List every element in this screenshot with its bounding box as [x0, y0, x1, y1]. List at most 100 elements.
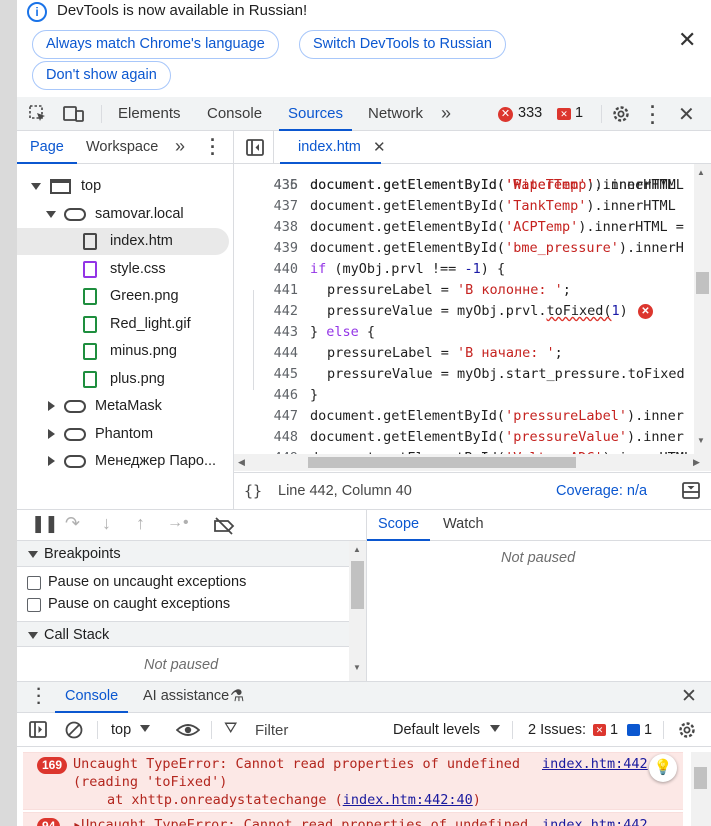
- error-source-link[interactable]: index.htm:442: [542, 756, 648, 772]
- tree-item-metamask[interactable]: MetaMask: [17, 393, 229, 420]
- close-infobar-icon[interactable]: ✕: [678, 29, 696, 51]
- code-line: 437 document.getElementById('TankTemp').i…: [234, 196, 694, 217]
- tree-label: Red_light.gif: [110, 316, 191, 332]
- live-expression-eye-icon[interactable]: [176, 722, 200, 738]
- code-text: }: [310, 387, 319, 403]
- console-settings-gear-icon[interactable]: [677, 720, 697, 740]
- toggle-navigator-icon[interactable]: [246, 139, 264, 156]
- stack-source-link[interactable]: index.htm:442:40: [343, 792, 473, 808]
- scroll-thumb[interactable]: [696, 272, 709, 294]
- breakpoints-section-header[interactable]: Breakpoints: [17, 541, 349, 567]
- issue-info-count[interactable]: 1: [644, 722, 652, 738]
- collapse-arrow-icon: [48, 456, 55, 466]
- expand-arrow-icon: [28, 551, 38, 558]
- filter-input[interactable]: Filter: [255, 722, 288, 739]
- scroll-left-arrow-icon[interactable]: ◀: [238, 457, 245, 468]
- tree-item-green-png[interactable]: Green.png: [17, 283, 229, 310]
- close-file-tab-icon[interactable]: ✕: [373, 138, 386, 156]
- step-icon[interactable]: →•: [167, 514, 189, 532]
- step-out-icon[interactable]: ↑: [136, 513, 145, 534]
- open-file-tab[interactable]: index.htm: [280, 131, 381, 164]
- error-source-link[interactable]: index.htm:442: [542, 817, 648, 826]
- code-text: pressureLabel = 'В начале: ';: [327, 345, 563, 361]
- tree-item-password-manager[interactable]: Менеджер Паро...: [17, 448, 229, 475]
- tree-item-plus-png[interactable]: plus.png: [17, 366, 229, 393]
- editor-vertical-scrollbar[interactable]: ▲ ▼: [694, 164, 711, 454]
- tree-item-index-htm[interactable]: index.htm: [17, 228, 229, 255]
- issue-error-count[interactable]: 1: [610, 722, 618, 738]
- coverage-link[interactable]: Coverage: n/a: [556, 483, 647, 499]
- more-options-icon[interactable]: · · ·: [649, 98, 657, 132]
- tab-workspace[interactable]: Workspace: [86, 131, 158, 164]
- issues-label[interactable]: 2 Issues:: [528, 722, 586, 738]
- code-line: 448 document.getElementById('pressureValu…: [234, 427, 694, 448]
- console-error-message[interactable]: 169 Uncaught TypeError: Cannot read prop…: [23, 752, 683, 810]
- tree-label: top: [81, 178, 102, 194]
- step-over-icon[interactable]: ↷: [65, 513, 80, 534]
- debugger-scrollbar[interactable]: ▲ ▼: [349, 541, 366, 681]
- always-match-language-button[interactable]: Always match Chrome's language: [32, 30, 279, 59]
- scroll-down-arrow-icon[interactable]: ▼: [353, 663, 361, 672]
- toggle-debugger-sidebar-icon[interactable]: [682, 482, 700, 499]
- close-devtools-icon[interactable]: ✕: [678, 102, 695, 127]
- inspect-element-icon[interactable]: [29, 105, 47, 123]
- scroll-thumb[interactable]: [351, 561, 364, 609]
- tree-item-phantom[interactable]: Phantom: [17, 421, 229, 448]
- more-tabs-chevron-icon[interactable]: »: [441, 103, 451, 124]
- tree-item-minus-png[interactable]: minus.png: [17, 338, 229, 365]
- step-into-icon[interactable]: ↓: [102, 513, 111, 534]
- device-toolbar-icon[interactable]: [63, 105, 85, 123]
- error-count[interactable]: 333: [518, 105, 542, 121]
- drawer-menu-icon[interactable]: · · ·: [35, 682, 43, 712]
- console-sidebar-icon[interactable]: [29, 721, 47, 738]
- inline-error-icon[interactable]: ✕: [638, 304, 653, 319]
- tab-scope[interactable]: Scope: [367, 510, 431, 541]
- collapse-arrow-icon: [48, 429, 55, 439]
- switch-to-russian-button[interactable]: Switch DevTools to Russian: [299, 30, 506, 59]
- context-selector[interactable]: top: [111, 722, 131, 738]
- console-scrollbar[interactable]: [691, 752, 711, 826]
- tab-network[interactable]: Network: [368, 97, 423, 131]
- drawer-tab-console[interactable]: Console: [55, 682, 129, 713]
- scroll-down-arrow-icon[interactable]: ▼: [697, 436, 705, 445]
- error-text-line1: Uncaught TypeError: Cannot read properti…: [73, 756, 521, 772]
- tree-item-red-light-gif[interactable]: Red_light.gif: [17, 311, 229, 338]
- tree-item-style-css[interactable]: style.css: [17, 256, 229, 283]
- tab-watch[interactable]: Watch: [443, 510, 484, 541]
- scroll-thumb[interactable]: [694, 767, 707, 789]
- settings-gear-icon[interactable]: [611, 104, 631, 124]
- context-dropdown-arrow-icon[interactable]: [140, 725, 150, 732]
- dont-show-again-button[interactable]: Don't show again: [32, 61, 171, 90]
- code-editor[interactable]: 435 document.getElementById('PipeTemp').i…: [234, 164, 694, 454]
- scroll-right-arrow-icon[interactable]: ▶: [693, 457, 700, 468]
- tab-page[interactable]: Page: [17, 131, 77, 164]
- close-drawer-icon[interactable]: ✕: [681, 685, 697, 708]
- pause-resume-icon[interactable]: ❚❚: [31, 514, 58, 534]
- deactivate-breakpoints-icon[interactable]: [213, 517, 235, 535]
- console-error-message[interactable]: 94 ▸Uncaught TypeError: Cannot read prop…: [23, 812, 683, 826]
- editor-horizontal-scrollbar[interactable]: ◀ ▶: [234, 454, 711, 471]
- pause-caught-checkbox[interactable]: [27, 598, 41, 612]
- pause-uncaught-checkbox[interactable]: [27, 576, 41, 590]
- levels-dropdown-arrow-icon[interactable]: [490, 725, 500, 732]
- tree-item-samovar-local[interactable]: samovar.local: [17, 201, 229, 228]
- tab-sources[interactable]: Sources: [279, 97, 353, 131]
- clear-console-icon[interactable]: [64, 720, 84, 740]
- toolbar-divider: [101, 105, 102, 123]
- drawer-tab-ai-assistance[interactable]: AI assistance: [143, 682, 229, 713]
- ai-insights-lightbulb-icon[interactable]: 💡: [649, 754, 677, 782]
- scroll-up-arrow-icon[interactable]: ▲: [353, 545, 361, 554]
- log-levels-dropdown[interactable]: Default levels: [393, 722, 480, 738]
- line-number: 443: [273, 324, 298, 340]
- tab-console[interactable]: Console: [207, 97, 262, 131]
- navigator-menu-icon[interactable]: · · ·: [209, 131, 217, 163]
- scroll-up-arrow-icon[interactable]: ▲: [697, 168, 705, 177]
- more-nav-tabs-chevron-icon[interactable]: »: [175, 136, 185, 157]
- issue-count[interactable]: 1: [575, 105, 583, 121]
- call-stack-section-header[interactable]: Call Stack: [17, 621, 349, 647]
- tree-item-top[interactable]: top: [17, 173, 229, 200]
- code-line: 445 pressureValue = myObj.start_pressure.…: [234, 364, 694, 385]
- hscroll-thumb[interactable]: [308, 457, 576, 468]
- tab-elements[interactable]: Elements: [118, 97, 181, 131]
- pretty-print-icon[interactable]: {}: [244, 482, 262, 500]
